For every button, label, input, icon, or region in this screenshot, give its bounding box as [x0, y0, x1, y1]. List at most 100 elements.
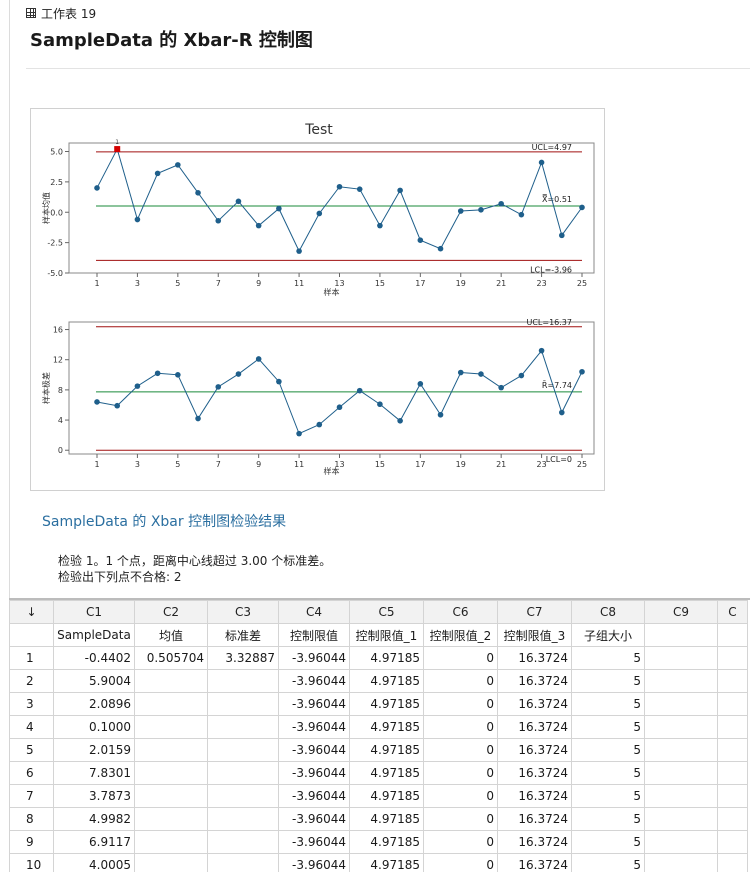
- column-header-c6[interactable]: C6: [424, 601, 498, 624]
- column-header-c3[interactable]: C3: [208, 601, 279, 624]
- data-cell[interactable]: [718, 785, 748, 808]
- data-cell[interactable]: [208, 670, 279, 693]
- worksheet-grid[interactable]: ↓C1C2C3C4C5C6C7C8C9CSampleData均值标准差控制限值控…: [9, 598, 750, 872]
- data-cell[interactable]: 0: [424, 739, 498, 762]
- data-cell[interactable]: 0: [424, 831, 498, 854]
- data-cell[interactable]: [718, 808, 748, 831]
- data-cell[interactable]: [645, 762, 718, 785]
- data-cell[interactable]: 4.97185: [350, 739, 424, 762]
- data-cell[interactable]: [718, 670, 748, 693]
- worksheet-tab[interactable]: 工作表 19: [26, 5, 96, 21]
- data-cell[interactable]: [645, 693, 718, 716]
- data-cell[interactable]: 5.9004: [54, 670, 135, 693]
- data-cell[interactable]: -3.96044: [279, 647, 350, 670]
- data-cell[interactable]: [208, 693, 279, 716]
- column-name-cell[interactable]: 控制限值: [279, 624, 350, 647]
- data-cell[interactable]: -3.96044: [279, 854, 350, 872]
- column-header-c[interactable]: C: [718, 601, 748, 624]
- data-cell[interactable]: 16.3724: [498, 831, 572, 854]
- column-name-cell[interactable]: 标准差: [208, 624, 279, 647]
- data-cell[interactable]: -3.96044: [279, 808, 350, 831]
- data-cell[interactable]: [645, 785, 718, 808]
- down-arrow-icon[interactable]: ↓: [10, 601, 54, 624]
- control-chart-graph[interactable]: Test5.02.50.0-2.5-5.01357911131517192123…: [30, 108, 605, 491]
- data-cell[interactable]: 16.3724: [498, 854, 572, 872]
- data-cell[interactable]: [135, 716, 208, 739]
- data-cell[interactable]: 16.3724: [498, 785, 572, 808]
- data-cell[interactable]: -3.96044: [279, 693, 350, 716]
- data-cell[interactable]: [208, 762, 279, 785]
- data-cell[interactable]: 0.505704: [135, 647, 208, 670]
- data-cell[interactable]: 0: [424, 785, 498, 808]
- column-name-cell[interactable]: [718, 624, 748, 647]
- data-cell[interactable]: 4.97185: [350, 831, 424, 854]
- data-cell[interactable]: [208, 854, 279, 872]
- data-cell[interactable]: -3.96044: [279, 831, 350, 854]
- data-cell[interactable]: [718, 762, 748, 785]
- data-cell[interactable]: -3.96044: [279, 762, 350, 785]
- data-cell[interactable]: 5: [572, 739, 645, 762]
- data-cell[interactable]: 4.0005: [54, 854, 135, 872]
- column-name-cell[interactable]: 控制限值_2: [424, 624, 498, 647]
- data-cell[interactable]: 4.97185: [350, 647, 424, 670]
- data-cell[interactable]: [208, 785, 279, 808]
- column-name-cell[interactable]: 均值: [135, 624, 208, 647]
- data-cell[interactable]: [718, 854, 748, 872]
- data-cell[interactable]: [645, 647, 718, 670]
- data-cell[interactable]: 7.8301: [54, 762, 135, 785]
- row-number[interactable]: 3: [10, 693, 54, 716]
- data-cell[interactable]: 16.3724: [498, 670, 572, 693]
- data-cell[interactable]: 5: [572, 670, 645, 693]
- column-name-cell[interactable]: SampleData: [54, 624, 135, 647]
- data-cell[interactable]: 16.3724: [498, 739, 572, 762]
- data-cell[interactable]: 2.0896: [54, 693, 135, 716]
- data-cell[interactable]: [718, 693, 748, 716]
- column-name-cell[interactable]: 控制限值_3: [498, 624, 572, 647]
- column-name-cell[interactable]: 控制限值_1: [350, 624, 424, 647]
- data-cell[interactable]: 0: [424, 693, 498, 716]
- data-cell[interactable]: [135, 762, 208, 785]
- column-header-c4[interactable]: C4: [279, 601, 350, 624]
- data-cell[interactable]: 4.97185: [350, 670, 424, 693]
- data-cell[interactable]: [645, 854, 718, 872]
- data-cell[interactable]: 0: [424, 762, 498, 785]
- data-cell[interactable]: 16.3724: [498, 762, 572, 785]
- data-cell[interactable]: [718, 716, 748, 739]
- data-cell[interactable]: 3.7873: [54, 785, 135, 808]
- data-cell[interactable]: 5: [572, 693, 645, 716]
- data-cell[interactable]: 5: [572, 808, 645, 831]
- data-cell[interactable]: 4.97185: [350, 693, 424, 716]
- data-cell[interactable]: [135, 808, 208, 831]
- data-cell[interactable]: 0: [424, 854, 498, 872]
- data-cell[interactable]: [645, 670, 718, 693]
- data-cell[interactable]: [718, 739, 748, 762]
- data-cell[interactable]: 5: [572, 854, 645, 872]
- data-cell[interactable]: 4.9982: [54, 808, 135, 831]
- data-cell[interactable]: -3.96044: [279, 739, 350, 762]
- data-cell[interactable]: [135, 693, 208, 716]
- data-cell[interactable]: [135, 854, 208, 872]
- data-cell[interactable]: 4.97185: [350, 854, 424, 872]
- data-cell[interactable]: [135, 670, 208, 693]
- column-name-cell[interactable]: 子组大小: [572, 624, 645, 647]
- data-cell[interactable]: -3.96044: [279, 670, 350, 693]
- data-cell[interactable]: [208, 831, 279, 854]
- data-cell[interactable]: 16.3724: [498, 808, 572, 831]
- data-cell[interactable]: 3.32887: [208, 647, 279, 670]
- data-cell[interactable]: [718, 647, 748, 670]
- row-number[interactable]: 9: [10, 831, 54, 854]
- row-number[interactable]: 10: [10, 854, 54, 872]
- data-cell[interactable]: [645, 739, 718, 762]
- data-cell[interactable]: [645, 808, 718, 831]
- data-cell[interactable]: 5: [572, 647, 645, 670]
- data-cell[interactable]: 2.0159: [54, 739, 135, 762]
- column-header-c5[interactable]: C5: [350, 601, 424, 624]
- data-cell[interactable]: 4.97185: [350, 785, 424, 808]
- data-cell[interactable]: [135, 739, 208, 762]
- column-header-c2[interactable]: C2: [135, 601, 208, 624]
- data-cell[interactable]: 5: [572, 716, 645, 739]
- row-number[interactable]: 4: [10, 716, 54, 739]
- column-header-c8[interactable]: C8: [572, 601, 645, 624]
- data-cell[interactable]: 6.9117: [54, 831, 135, 854]
- data-cell[interactable]: 0: [424, 670, 498, 693]
